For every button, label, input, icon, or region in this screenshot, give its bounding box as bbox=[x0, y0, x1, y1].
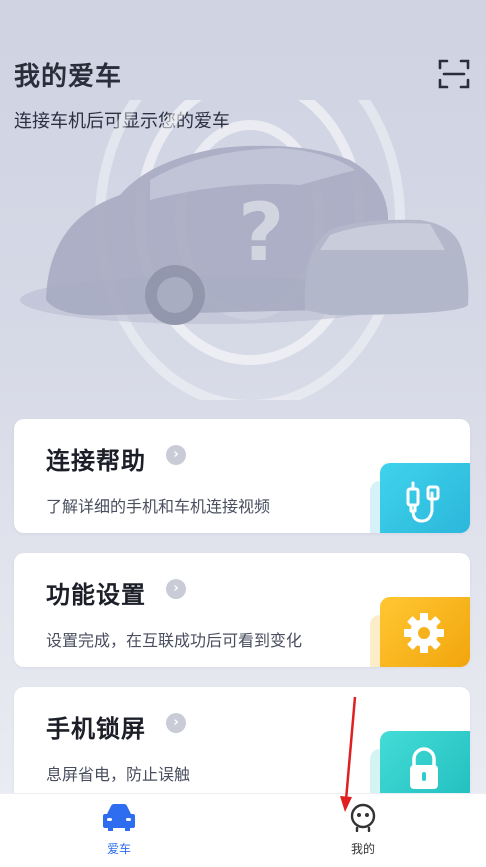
chevron-right-icon: › bbox=[166, 579, 186, 599]
car-illustration: ? bbox=[20, 100, 469, 400]
card-title: 连接帮助 bbox=[46, 447, 146, 475]
card-title: 功能设置 bbox=[46, 581, 146, 609]
lock-icon bbox=[380, 731, 470, 801]
phone-lock-card[interactable]: 手机锁屏 › 息屏省电，防止误触 bbox=[14, 687, 470, 801]
chevron-right-icon: › bbox=[166, 445, 186, 465]
tab-mine[interactable]: 我的 bbox=[333, 802, 393, 857]
profile-icon bbox=[350, 803, 376, 833]
card-desc: 了解详细的手机和车机连接视频 bbox=[46, 497, 271, 516]
function-settings-card[interactable]: 功能设置 › 设置完成，在互联成功后可看到变化 bbox=[14, 553, 470, 667]
card-desc: 设置完成，在互联成功后可看到变化 bbox=[46, 631, 303, 650]
card-desc: 息屏省电，防止误触 bbox=[46, 765, 191, 784]
tab-label: 我的 bbox=[350, 842, 375, 856]
chevron-right-icon: › bbox=[166, 713, 186, 733]
card-title: 手机锁屏 bbox=[46, 715, 146, 743]
gear-icon bbox=[380, 597, 470, 667]
usb-cable-icon bbox=[380, 463, 470, 533]
page-title: 我的爱车 bbox=[14, 62, 123, 92]
car-icon bbox=[103, 804, 135, 831]
svg-text:?: ? bbox=[238, 186, 284, 279]
tab-my-car[interactable]: 爱车 bbox=[89, 802, 149, 857]
connect-help-card[interactable]: 连接帮助 › 了解详细的手机和车机连接视频 bbox=[14, 419, 470, 533]
bottom-tab-bar: 爱车 我的 bbox=[0, 793, 486, 867]
scan-icon[interactable] bbox=[438, 58, 470, 90]
tab-label: 爱车 bbox=[106, 842, 131, 856]
